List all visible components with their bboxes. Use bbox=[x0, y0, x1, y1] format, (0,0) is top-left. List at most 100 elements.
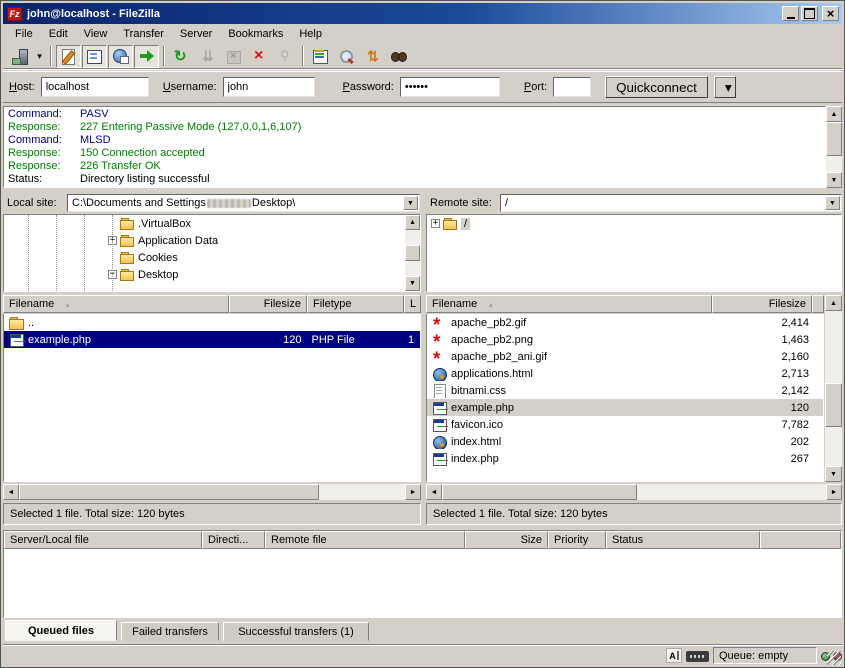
tree-expander[interactable]: + bbox=[431, 219, 440, 228]
site-manager-dropdown[interactable] bbox=[33, 45, 46, 68]
remote-directory-tree[interactable]: + / bbox=[426, 214, 842, 292]
menu-help[interactable]: Help bbox=[291, 26, 330, 42]
quickconnect-button[interactable]: Quickconnect bbox=[605, 76, 708, 98]
scroll-left-icon[interactable] bbox=[3, 484, 19, 500]
scroll-down-icon[interactable] bbox=[826, 172, 842, 188]
remote-site-combobox[interactable]: / bbox=[500, 194, 842, 212]
column-filetype[interactable]: Filetype bbox=[307, 295, 404, 313]
remote-list-hscrollbar[interactable] bbox=[426, 484, 842, 500]
scroll-up-icon[interactable] bbox=[405, 215, 420, 230]
tab-failed-transfers[interactable]: Failed transfers bbox=[121, 622, 219, 641]
tree-item[interactable]: − Desktop bbox=[4, 266, 420, 283]
local-site-combobox[interactable]: C:\Documents and SettingsDesktop\ bbox=[67, 194, 420, 212]
scroll-down-icon[interactable] bbox=[405, 276, 420, 291]
tree-item-label: Application Data bbox=[138, 235, 218, 247]
scroll-right-icon[interactable] bbox=[826, 484, 842, 500]
tab-queued-files[interactable]: Queued files bbox=[5, 620, 117, 641]
find-files-button[interactable] bbox=[386, 45, 411, 68]
title-bar[interactable]: Fz john@localhost - FileZilla bbox=[3, 3, 842, 24]
scroll-up-icon[interactable] bbox=[825, 295, 842, 311]
column-remote-file[interactable]: Remote file bbox=[265, 531, 465, 549]
directory-comparison-button[interactable] bbox=[334, 45, 359, 68]
menu-transfer[interactable]: Transfer bbox=[115, 26, 172, 42]
scroll-down-icon[interactable] bbox=[825, 466, 842, 482]
local-file-list[interactable]: .. example.php 120 PHP File 1 bbox=[3, 314, 421, 482]
tree-item[interactable]: .VirtualBox bbox=[4, 215, 420, 232]
remote-list-scrollbar[interactable] bbox=[825, 295, 842, 482]
synchronized-browsing-button[interactable] bbox=[360, 45, 385, 68]
column-direction[interactable]: Directi... bbox=[202, 531, 265, 549]
cancel-button[interactable] bbox=[221, 45, 246, 68]
file-row[interactable]: index.html 202 bbox=[427, 433, 823, 450]
transfer-type-icon[interactable]: A bbox=[666, 648, 682, 663]
column-last-modified[interactable]: L bbox=[404, 295, 421, 313]
local-directory-tree[interactable]: .VirtualBox + Application Data Cookies −… bbox=[3, 214, 421, 292]
log-scrollbar[interactable] bbox=[826, 106, 842, 188]
column-filesize[interactable]: Filesize bbox=[712, 295, 812, 313]
refresh-button[interactable] bbox=[169, 45, 194, 68]
resize-grip[interactable] bbox=[827, 651, 841, 665]
file-row[interactable]: .. bbox=[4, 314, 420, 331]
disconnect-button[interactable] bbox=[247, 45, 272, 68]
menu-server[interactable]: Server bbox=[172, 26, 220, 42]
column-filename[interactable]: Filename bbox=[3, 295, 229, 313]
scroll-up-icon[interactable] bbox=[826, 106, 842, 122]
process-queue-button[interactable] bbox=[195, 45, 220, 68]
scroll-right-icon[interactable] bbox=[405, 484, 421, 500]
scroll-left-icon[interactable] bbox=[426, 484, 442, 500]
menu-bookmarks[interactable]: Bookmarks bbox=[220, 26, 291, 42]
combo-dropdown-icon[interactable] bbox=[825, 196, 840, 210]
scrollbar-thumb[interactable] bbox=[405, 245, 420, 261]
tab-successful-transfers[interactable]: Successful transfers (1) bbox=[223, 622, 369, 641]
port-input[interactable] bbox=[553, 77, 591, 97]
menu-view[interactable]: View bbox=[76, 26, 116, 42]
column-server-local-file[interactable]: Server/Local file bbox=[4, 531, 202, 549]
file-row[interactable]: apache_pb2.png 1,463 bbox=[427, 331, 823, 348]
column-filename[interactable]: Filename bbox=[426, 295, 712, 313]
file-name: applications.html bbox=[451, 368, 533, 380]
file-row[interactable]: index.php 267 bbox=[427, 450, 823, 467]
file-row-selected[interactable]: example.php 120 bbox=[427, 399, 823, 416]
speed-limits-icon[interactable] bbox=[686, 651, 709, 662]
menu-edit[interactable]: Edit bbox=[41, 26, 76, 42]
username-input[interactable] bbox=[223, 77, 315, 97]
local-list-hscrollbar[interactable] bbox=[3, 484, 421, 500]
toggle-remote-tree-button[interactable] bbox=[108, 45, 133, 68]
maximize-button[interactable] bbox=[801, 6, 818, 21]
file-row-selected[interactable]: example.php 120 PHP File 1 bbox=[4, 331, 420, 348]
column-size[interactable]: Size bbox=[465, 531, 548, 549]
password-input[interactable] bbox=[400, 77, 500, 97]
minimize-button[interactable] bbox=[782, 6, 799, 21]
menu-file[interactable]: File bbox=[7, 26, 41, 42]
scrollbar-thumb[interactable] bbox=[826, 122, 842, 156]
tree-item[interactable]: + / bbox=[427, 215, 841, 232]
host-input[interactable] bbox=[41, 77, 149, 97]
scrollbar-thumb[interactable] bbox=[442, 484, 637, 500]
quickconnect-dropdown[interactable]: ▾ bbox=[714, 76, 736, 98]
remote-file-list[interactable]: apache_pb2.gif 2,414 apache_pb2.png 1,46… bbox=[426, 314, 824, 482]
username-label: Username: bbox=[163, 81, 217, 93]
file-row[interactable]: applications.html 2,713 bbox=[427, 365, 823, 382]
php-file-icon bbox=[9, 333, 24, 347]
file-row[interactable]: apache_pb2.gif 2,414 bbox=[427, 314, 823, 331]
directory-filters-button[interactable] bbox=[308, 45, 333, 68]
toggle-queue-button[interactable] bbox=[134, 45, 159, 68]
scrollbar-thumb[interactable] bbox=[19, 484, 319, 500]
site-manager-button[interactable] bbox=[7, 45, 32, 68]
transfer-queue[interactable]: Server/Local file Directi... Remote file… bbox=[3, 530, 842, 618]
file-row[interactable]: favicon.ico 7,782 bbox=[427, 416, 823, 433]
local-tree-scrollbar[interactable] bbox=[405, 215, 420, 291]
tree-item[interactable]: + Application Data bbox=[4, 232, 420, 249]
file-row[interactable]: apache_pb2_ani.gif 2,160 bbox=[427, 348, 823, 365]
scrollbar-thumb[interactable] bbox=[825, 383, 842, 427]
tree-item[interactable]: Cookies bbox=[4, 249, 420, 266]
toggle-message-log-button[interactable] bbox=[56, 45, 81, 68]
close-button[interactable] bbox=[822, 6, 839, 21]
column-filesize[interactable]: Filesize bbox=[229, 295, 307, 313]
column-status[interactable]: Status bbox=[606, 531, 760, 549]
toggle-local-tree-button[interactable] bbox=[82, 45, 107, 68]
reconnect-button[interactable] bbox=[273, 45, 298, 68]
file-row[interactable]: bitnami.css 2,142 bbox=[427, 382, 823, 399]
combo-dropdown-icon[interactable] bbox=[403, 196, 418, 210]
column-priority[interactable]: Priority bbox=[548, 531, 606, 549]
